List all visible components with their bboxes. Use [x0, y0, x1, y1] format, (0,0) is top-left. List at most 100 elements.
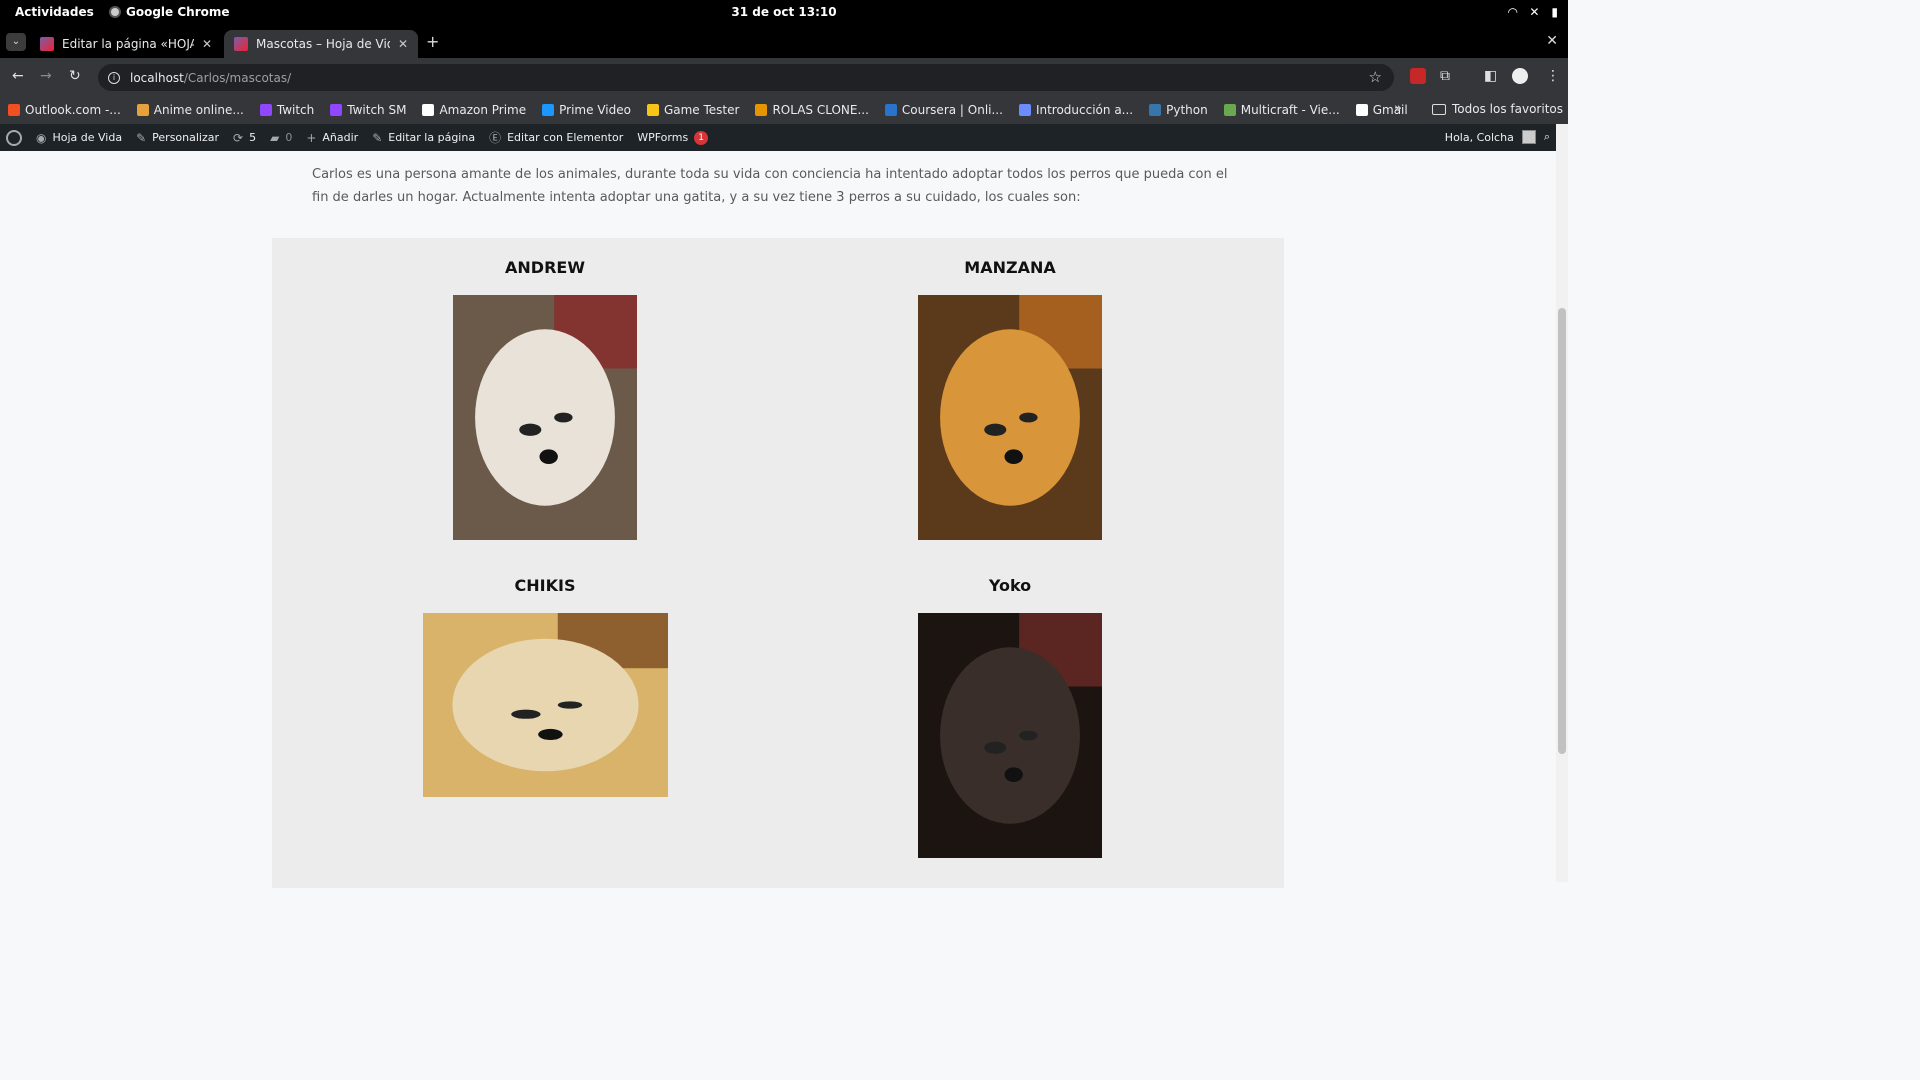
wp-account-link[interactable]: Hola, Colcha [1445, 131, 1514, 144]
bookmark-item[interactable]: Game Tester [646, 103, 740, 117]
close-window-icon[interactable]: ✕ [1546, 33, 1558, 49]
bookmark-item[interactable]: Twitch [259, 103, 315, 117]
bookmark-favicon-icon [1223, 104, 1236, 116]
wp-elementor-label: Editar con Elementor [507, 131, 624, 144]
wp-customize-link[interactable]: ✎ Personalizar [136, 131, 219, 145]
pet-photo-chikis[interactable] [423, 613, 668, 797]
browser-toolbar: ← → ↻ i localhost/Carlos/mascotas/ ☆ ⧉ ◧… [0, 58, 1568, 96]
pet-name-andrew: ANDREW [505, 258, 585, 277]
battery-icon: ▮ [1551, 5, 1558, 19]
wp-edit-page-link[interactable]: ✎ Editar la página [372, 131, 475, 145]
extension-icon[interactable] [1410, 68, 1426, 84]
pet-eye [519, 423, 542, 436]
reload-icon[interactable]: ↻ [69, 68, 81, 84]
comment-icon: ▰ [270, 130, 280, 145]
wordpress-favicon-icon [234, 37, 248, 51]
tab-mascotas[interactable]: Mascotas – Hoja de Vida ✕ [224, 30, 418, 58]
bookmark-star-icon[interactable]: ☆ [1369, 68, 1382, 86]
bookmark-item[interactable]: Multicraft - Vie... [1223, 103, 1340, 117]
pet-name-yoko: Yoko [988, 576, 1032, 595]
tab-editar-pagina[interactable]: Editar la página «HOJA D ✕ [30, 30, 222, 58]
bookmark-label: Game Tester [663, 103, 740, 117]
tab-search-button[interactable]: ⌄ [6, 33, 26, 51]
pet-eye [554, 412, 573, 423]
tab-title: Mascotas – Hoja de Vida [256, 37, 390, 51]
wp-site-link[interactable]: ◉ Hoja de Vida [36, 131, 122, 145]
wp-updates-count: 5 [249, 131, 257, 144]
all-favorites-label: Todos los favoritos [1452, 102, 1563, 116]
bookmark-favicon-icon [755, 104, 768, 116]
bookmark-item[interactable]: Python [1149, 103, 1208, 117]
bookmark-item[interactable]: Twitch SM [330, 103, 406, 117]
clock[interactable]: 31 de oct 13:10 [0, 5, 1568, 19]
back-icon[interactable]: ← [12, 68, 24, 84]
scrollbar-thumb[interactable] [1558, 308, 1566, 754]
wp-wpforms-link[interactable]: WPForms 1 [637, 130, 709, 145]
pet-photo-andrew[interactable] [453, 295, 637, 540]
profile-avatar[interactable] [1512, 68, 1528, 84]
system-top-bar: Actividades Google Chrome 31 de oct 13:1… [0, 0, 1568, 26]
side-panel-icon[interactable]: ◧ [1484, 68, 1497, 84]
elementor-icon: Ⓔ [489, 131, 502, 145]
bookmark-label: Anime online... [153, 103, 244, 117]
bookmark-favicon-icon [646, 104, 659, 116]
forward-icon[interactable]: → [40, 68, 52, 84]
bookmark-favicon-icon [330, 104, 343, 116]
url-host: localhost [130, 70, 184, 85]
bookmark-favicon-icon [8, 104, 20, 116]
bookmark-item[interactable]: ROLAS CLONE... [755, 103, 869, 117]
menu-kebab-icon[interactable]: ⋮ [1546, 68, 1560, 84]
pencil-icon: ✎ [372, 130, 383, 145]
pet-photo-yoko[interactable] [918, 613, 1102, 858]
pet-photo-manzana[interactable] [918, 295, 1102, 540]
wp-elementor-link[interactable]: Ⓔ Editar con Elementor [489, 129, 623, 146]
wordpress-logo-icon[interactable] [6, 129, 22, 146]
bookmark-label: ROLAS CLONE... [772, 103, 869, 117]
bookmark-label: Prime Video [559, 103, 631, 117]
user-avatar[interactable] [1521, 130, 1536, 144]
site-info-icon[interactable]: i [108, 71, 120, 84]
address-bar[interactable]: i localhost/Carlos/mascotas/ ☆ [98, 64, 1394, 91]
bookmarks-overflow-button[interactable]: » [1394, 101, 1402, 116]
intro-paragraph: Carlos es una persona amante de los anim… [312, 167, 1228, 205]
pet-name-chikis: CHIKIS [514, 576, 576, 595]
close-tab-icon[interactable]: ✕ [202, 37, 212, 51]
wp-wpforms-label: WPForms [637, 131, 689, 144]
bookmark-favicon-icon [542, 104, 555, 116]
bookmark-item[interactable]: Coursera | Onli... [884, 103, 1003, 117]
page-content: Carlos es una persona amante de los anim… [0, 151, 1556, 888]
wp-comments-link[interactable]: ▰ 0 [270, 131, 292, 145]
bookmark-label: Coursera | Onli... [901, 103, 1003, 117]
pet-nose [1004, 767, 1023, 783]
tab-title: Editar la página «HOJA D [62, 37, 194, 51]
wp-add-new-link[interactable]: + Añadir [306, 131, 358, 145]
bookmark-label: Introducción a... [1035, 103, 1134, 117]
bookmark-item[interactable]: Introducción a... [1018, 103, 1134, 117]
wifi-icon: ◠ [1508, 5, 1518, 19]
bookmark-item[interactable]: Outlook.com -... [8, 103, 121, 117]
wpforms-badge: 1 [694, 130, 709, 145]
bookmark-item[interactable]: Prime Video [542, 103, 631, 117]
pet-body [452, 638, 639, 772]
brush-icon: ✎ [136, 130, 147, 145]
pet-eye [1019, 730, 1038, 741]
system-tray[interactable]: ◠ ✕ ▮ [1508, 5, 1558, 19]
bookmark-item[interactable]: Anime online... [136, 103, 244, 117]
extensions-puzzle-icon[interactable]: ⧉ [1440, 68, 1450, 84]
speaker-muted-icon: ✕ [1529, 5, 1540, 19]
wordpress-favicon-icon [40, 37, 54, 51]
close-tab-icon[interactable]: ✕ [398, 37, 408, 51]
wp-updates-link[interactable]: ⟳ 5 [233, 131, 256, 145]
search-icon[interactable]: ⌕ [1544, 130, 1550, 144]
new-tab-button[interactable]: + [426, 32, 439, 51]
folder-icon [1432, 103, 1446, 115]
bookmark-favicon-icon [1018, 104, 1031, 116]
bookmark-label: Twitch [276, 103, 315, 117]
bookmark-label: Multicraft - Vie... [1240, 103, 1340, 117]
pet-body [475, 329, 615, 506]
updates-icon: ⟳ [233, 130, 244, 145]
pet-eye [1019, 412, 1038, 423]
bookmark-item[interactable]: Amazon Prime [422, 103, 526, 117]
page-scrollbar[interactable] [1556, 124, 1568, 882]
all-favorites-folder[interactable]: Todos los favoritos [1432, 102, 1563, 116]
